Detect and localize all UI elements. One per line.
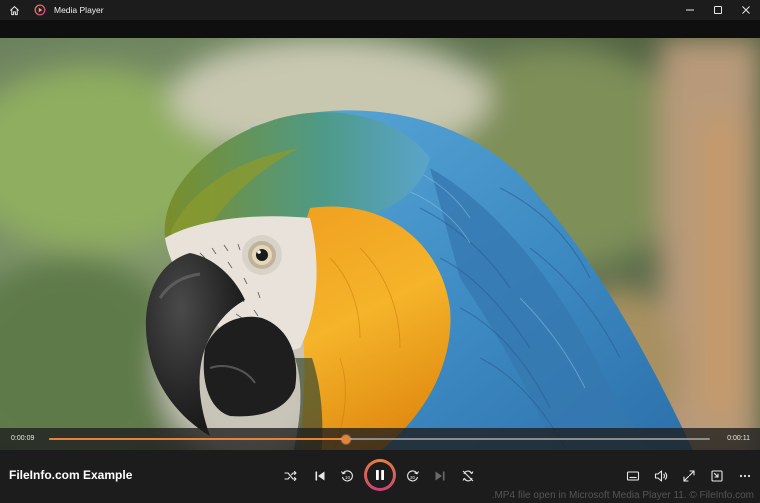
home-button[interactable] (0, 0, 28, 20)
rewind-button[interactable]: 10 (337, 466, 357, 486)
video-top-letterbox (0, 20, 760, 38)
more-icon (739, 474, 751, 478)
window-title: Media Player (54, 5, 104, 15)
seek-thumb[interactable] (341, 434, 351, 444)
rewind-10-icon: 10 (341, 470, 353, 482)
maximize-icon (714, 6, 722, 14)
pause-button-inner (367, 462, 393, 488)
subtitles-button[interactable] (623, 466, 643, 486)
shuffle-icon (284, 470, 297, 482)
miniplayer-icon (711, 470, 723, 482)
volume-icon (654, 470, 668, 482)
current-time: 0:00:09 (11, 435, 35, 442)
close-icon (742, 6, 750, 14)
pause-icon (376, 470, 384, 480)
media-player-window: Media Player 0:00:09 0:00:11 FileInfo.co… (0, 0, 760, 503)
image-caption: .MP4 file open in Microsoft Media Player… (491, 490, 754, 501)
fullscreen-button[interactable] (679, 466, 699, 486)
video-display[interactable] (0, 38, 760, 465)
forward-30-icon: 30 (407, 470, 419, 482)
pause-button[interactable] (364, 459, 396, 491)
previous-icon (315, 471, 325, 481)
parrot-video-frame (0, 38, 760, 465)
maximize-button[interactable] (704, 0, 732, 20)
svg-text:30: 30 (410, 475, 416, 480)
title-bar: Media Player (0, 0, 760, 20)
volume-button[interactable] (651, 466, 671, 486)
close-button[interactable] (732, 0, 760, 20)
next-button[interactable] (430, 466, 450, 486)
miniplayer-button[interactable] (707, 466, 727, 486)
seek-slider[interactable] (49, 434, 710, 444)
app-logo-icon (34, 4, 46, 16)
seek-bar-area: 0:00:09 0:00:11 (0, 428, 760, 450)
total-time: 0:00:11 (727, 435, 750, 442)
repeat-button[interactable] (458, 466, 478, 486)
fullscreen-icon (683, 470, 695, 482)
svg-text:10: 10 (345, 475, 351, 480)
previous-button[interactable] (310, 466, 330, 486)
media-title: FileInfo.com Example (9, 468, 133, 482)
minimize-button[interactable] (676, 0, 704, 20)
subtitles-icon (626, 471, 640, 481)
control-bar: FileInfo.com Example 10 30 .MP4 file ope… (0, 450, 760, 503)
forward-button[interactable]: 30 (403, 466, 423, 486)
next-icon (435, 471, 445, 481)
shuffle-button[interactable] (281, 466, 301, 486)
repeat-off-icon (462, 470, 474, 482)
seek-progress-fill (49, 438, 347, 440)
more-options-button[interactable] (735, 466, 755, 486)
home-icon (9, 5, 19, 15)
minimize-icon (686, 9, 694, 11)
